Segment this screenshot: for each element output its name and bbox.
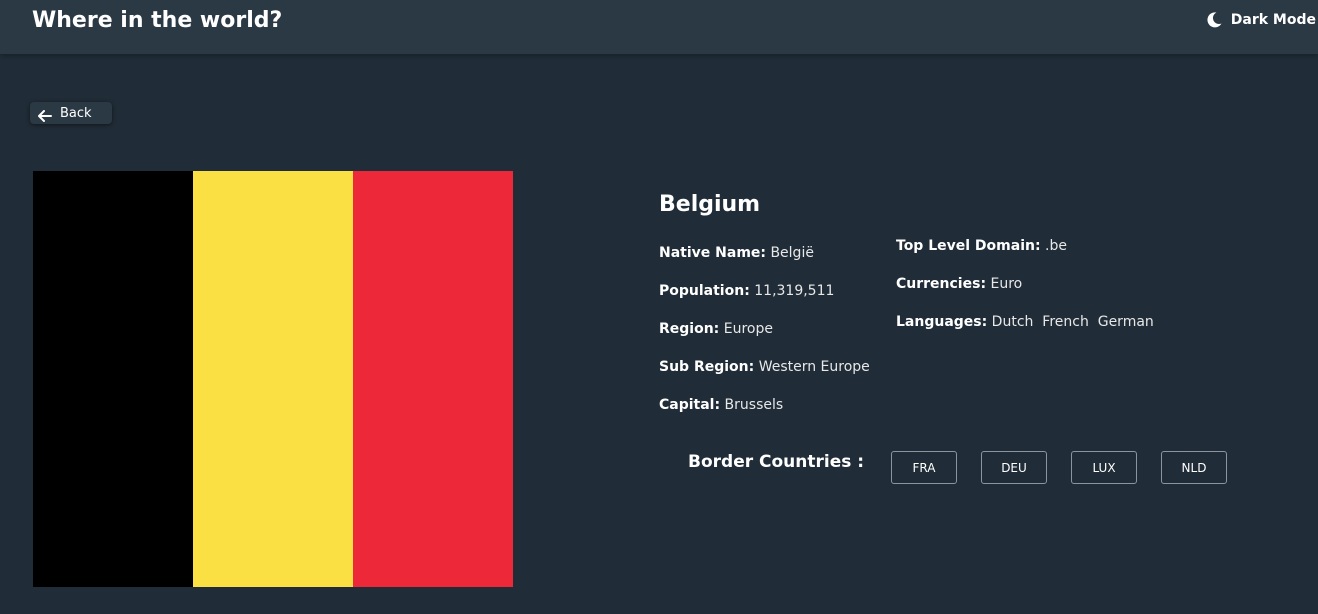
country-info-secondary: Top Level Domain: .be Currencies: Euro L… [896,236,1154,350]
app-title: Where in the world? [32,8,283,33]
border-country-button[interactable]: LUX [1071,451,1137,484]
back-button[interactable]: Back [30,102,112,124]
flag-stripe-black [33,171,193,587]
info-value: Western Europe [758,359,870,375]
dark-mode-toggle[interactable]: Dark Mode [1205,11,1316,29]
info-value: Europe [723,321,773,337]
moon-icon [1205,11,1223,29]
border-country-button[interactable]: FRA [891,451,957,484]
info-key: Population: [659,283,750,299]
flag-stripe-yellow [193,171,353,587]
info-native-name: Native Name: België [659,243,870,281]
info-value: Brussels [724,397,784,413]
info-key: Native Name: [659,245,766,261]
country-flag [33,171,513,587]
info-key: Currencies: [896,276,987,292]
info-value: Dutch French German [991,314,1154,330]
info-key: Sub Region: [659,359,755,375]
app-header: Where in the world? Dark Mode [0,0,1318,54]
flag-stripe-red [353,171,513,587]
country-info-primary: Native Name: België Population: 11,319,5… [659,243,870,433]
info-sub-region: Sub Region: Western Europe [659,357,870,395]
info-value: Euro [990,276,1023,292]
info-key: Languages: [896,314,988,330]
info-population: Population: 11,319,511 [659,281,870,319]
info-languages: Languages: Dutch French German [896,312,1154,350]
info-key: Top Level Domain: [896,238,1041,254]
info-key: Region: [659,321,720,337]
dark-mode-label: Dark Mode [1230,12,1316,28]
info-region: Region: Europe [659,319,870,357]
info-value: België [770,245,814,261]
info-currencies: Currencies: Euro [896,274,1154,312]
info-capital: Capital: Brussels [659,395,870,433]
arrow-left-icon [38,107,52,122]
info-value: 11,319,511 [754,283,835,299]
back-label: Back [60,105,92,121]
border-country-button[interactable]: NLD [1161,451,1227,484]
country-name: Belgium [659,192,761,217]
info-key: Capital: [659,397,721,413]
border-country-button[interactable]: DEU [981,451,1047,484]
border-countries-label: Border Countries : [688,452,865,472]
info-top-level-domain: Top Level Domain: .be [896,236,1154,274]
info-value: .be [1045,238,1067,254]
